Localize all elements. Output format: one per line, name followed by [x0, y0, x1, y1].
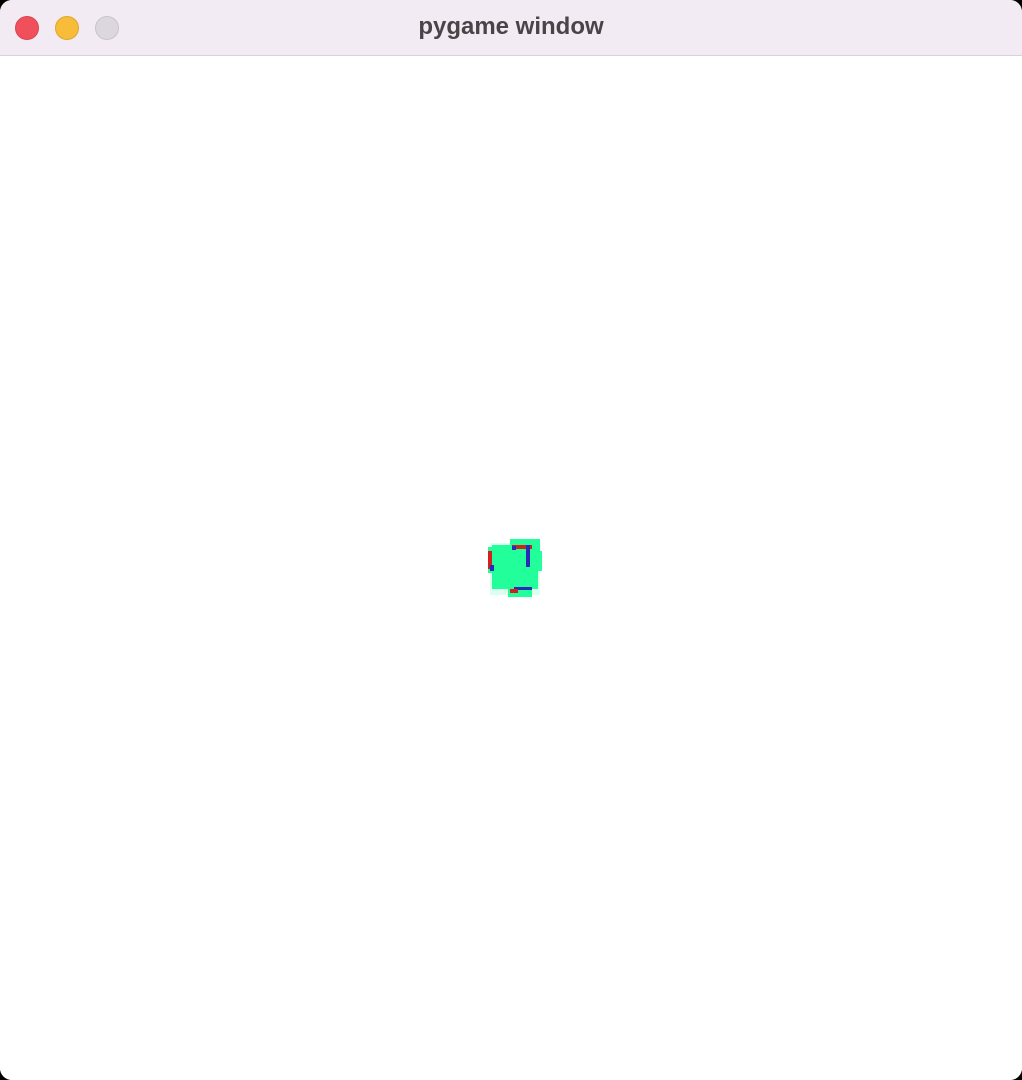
app-window: pygame window — [0, 0, 1022, 1080]
player-sprite-icon — [488, 539, 542, 597]
title-bar[interactable]: pygame window — [0, 0, 1022, 56]
window-title: pygame window — [418, 13, 604, 40]
game-canvas[interactable] — [0, 57, 1022, 1080]
